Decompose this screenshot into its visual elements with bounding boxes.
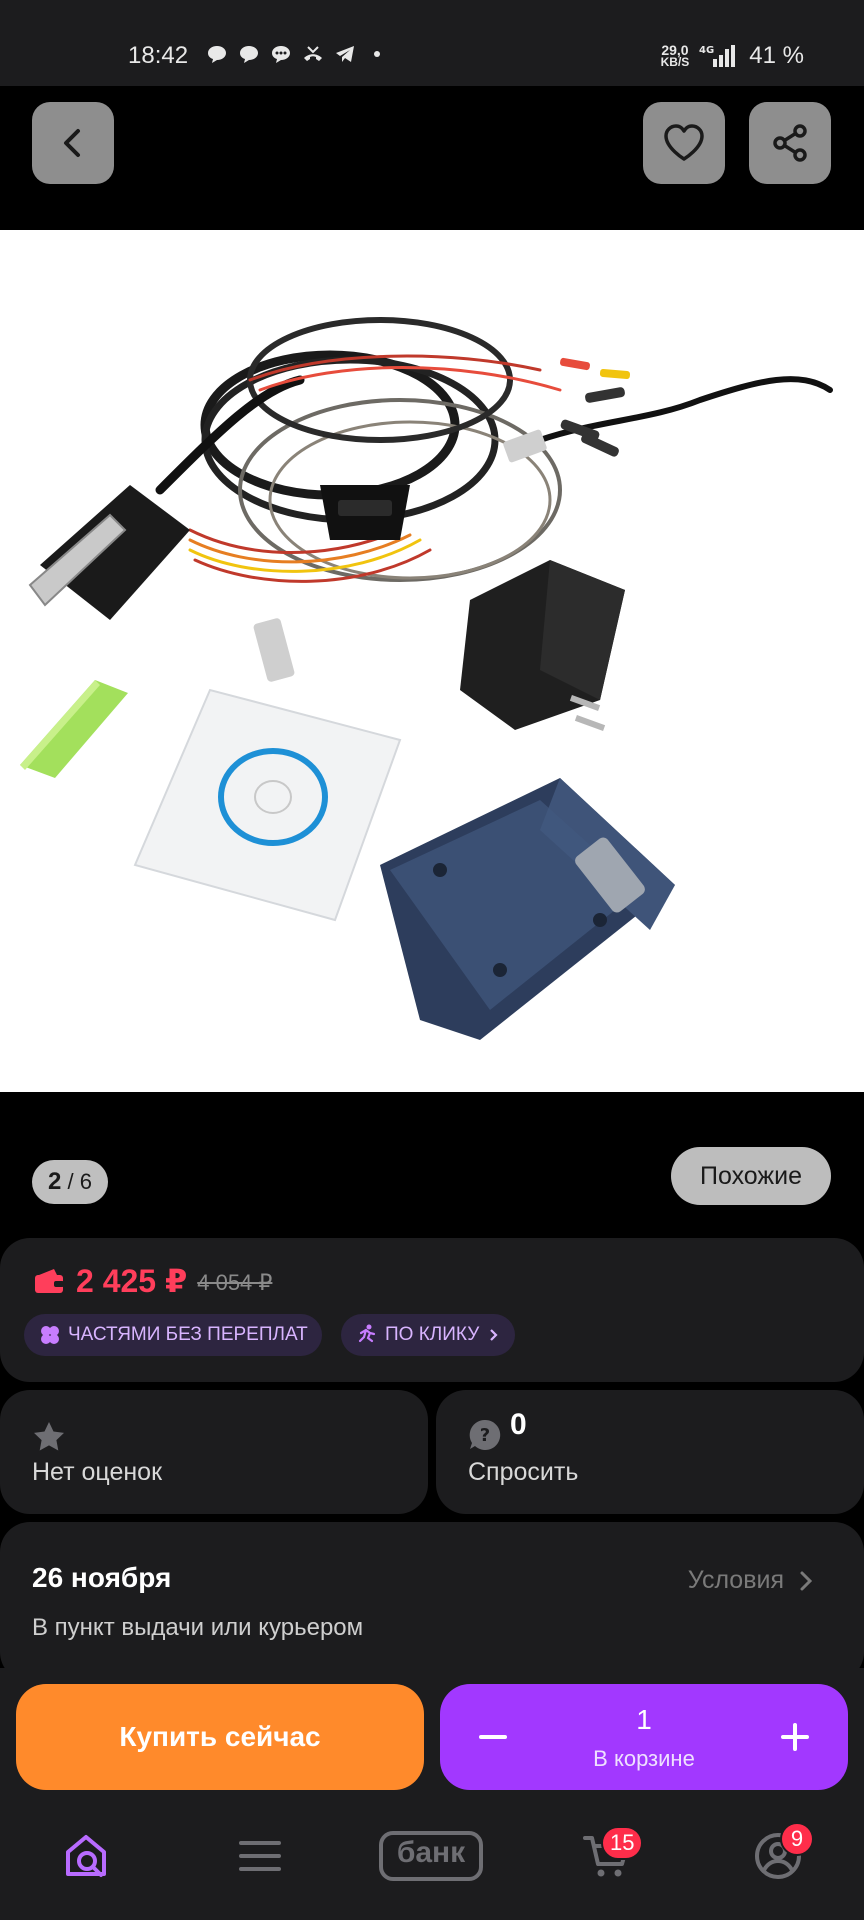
conditions-link[interactable]: Условия [688,1566,814,1595]
ask-label: Спросить [468,1458,579,1486]
star-icon [34,1422,64,1451]
one-click-label: ПО КЛИКУ [385,1324,480,1345]
signal-4g-icon: 4G [699,45,736,67]
chat-icon [208,46,226,63]
chevron-right-icon [800,1571,813,1590]
buy-now-button[interactable]: Купить сейчас [16,1684,424,1790]
image-current-index: 2 [48,1168,62,1195]
installments-badge[interactable]: ЧАСТЯМИ БЕЗ ПЕРЕПЛАТ [24,1314,322,1356]
chat-icon [240,46,258,63]
telegram-icon [336,46,354,62]
nav-home[interactable] [58,1826,118,1886]
installments-label: ЧАСТЯМИ БЕЗ ПЕРЕПЛАТ [68,1324,308,1345]
menu-icon [239,1841,281,1871]
wallet-icon [35,1269,64,1293]
back-button[interactable] [32,102,114,184]
image-total: / 6 [67,1169,92,1194]
svg-text:4G: 4G [699,45,714,56]
one-click-badge[interactable]: ПО КЛИКУ [341,1314,516,1356]
share-icon [773,124,807,162]
cart-stepper: 1 В корзине [440,1684,848,1790]
battery-level: 41 % [749,42,804,69]
messages-icon [272,46,290,63]
product-illustration [20,317,833,1040]
running-person-icon [358,1324,376,1343]
network-speed: 29,0 KB/S [660,42,690,69]
delivery-card[interactable]: 26 ноября В пункт выдачи или курьером Ус… [0,1522,864,1682]
nav-catalog[interactable] [230,1826,290,1886]
share-button[interactable] [749,102,831,184]
missed-call-icon [304,46,322,61]
rating-card[interactable]: Нет оценок [0,1390,428,1514]
questions-count: 0 [510,1408,527,1441]
status-bar: 18:42 29,0 KB/S 4G 41 % [0,0,864,86]
chevron-right-icon [490,1329,498,1341]
home-search-icon [66,1835,106,1877]
increase-quantity-button[interactable] [750,1684,840,1790]
delivery-date: 26 ноября [32,1562,172,1593]
notification-icons [206,44,388,64]
bottom-navigation: банк [0,1798,864,1920]
price-card: 2 425 ₽ 4 054 ₽ ЧАСТЯМИ БЕЗ ПЕРЕПЛАТ ПО … [0,1238,864,1382]
heart-icon [664,124,704,161]
clover-icon [41,1326,59,1344]
more-dot-icon [374,51,380,57]
current-price: 2 425 ₽ [76,1263,188,1299]
favorite-button[interactable] [643,102,725,184]
nav-bank-label: банк [396,1836,466,1869]
question-bubble-icon: ? [469,1419,501,1450]
old-price: 4 054 ₽ [197,1270,273,1295]
plus-icon [781,1723,809,1751]
action-bar: Купить сейчас 1 В корзине [0,1668,864,1798]
cart-count-badge: 15 [601,1826,644,1860]
chevron-left-icon [64,129,80,157]
questions-card[interactable]: ? 0 Спросить [436,1390,864,1514]
product-photo[interactable] [0,230,864,1092]
nav-bank[interactable]: банк [378,1826,484,1886]
image-pager: 2 / 6 [32,1160,108,1204]
status-right: 29,0 KB/S 4G 41 % [661,42,804,70]
rating-label: Нет оценок [32,1458,163,1486]
price-row: 2 425 ₽ 4 054 ₽ [34,1262,272,1300]
status-time: 18:42 [128,42,189,69]
svg-text:?: ? [480,1425,490,1446]
conditions-label: Условия [687,1566,784,1594]
profile-notification-badge: 9 [780,1822,814,1856]
delivery-description: В пункт выдачи или курьером [32,1614,364,1641]
similar-button[interactable]: Похожие [671,1147,831,1205]
decrease-quantity-button[interactable] [448,1684,538,1790]
